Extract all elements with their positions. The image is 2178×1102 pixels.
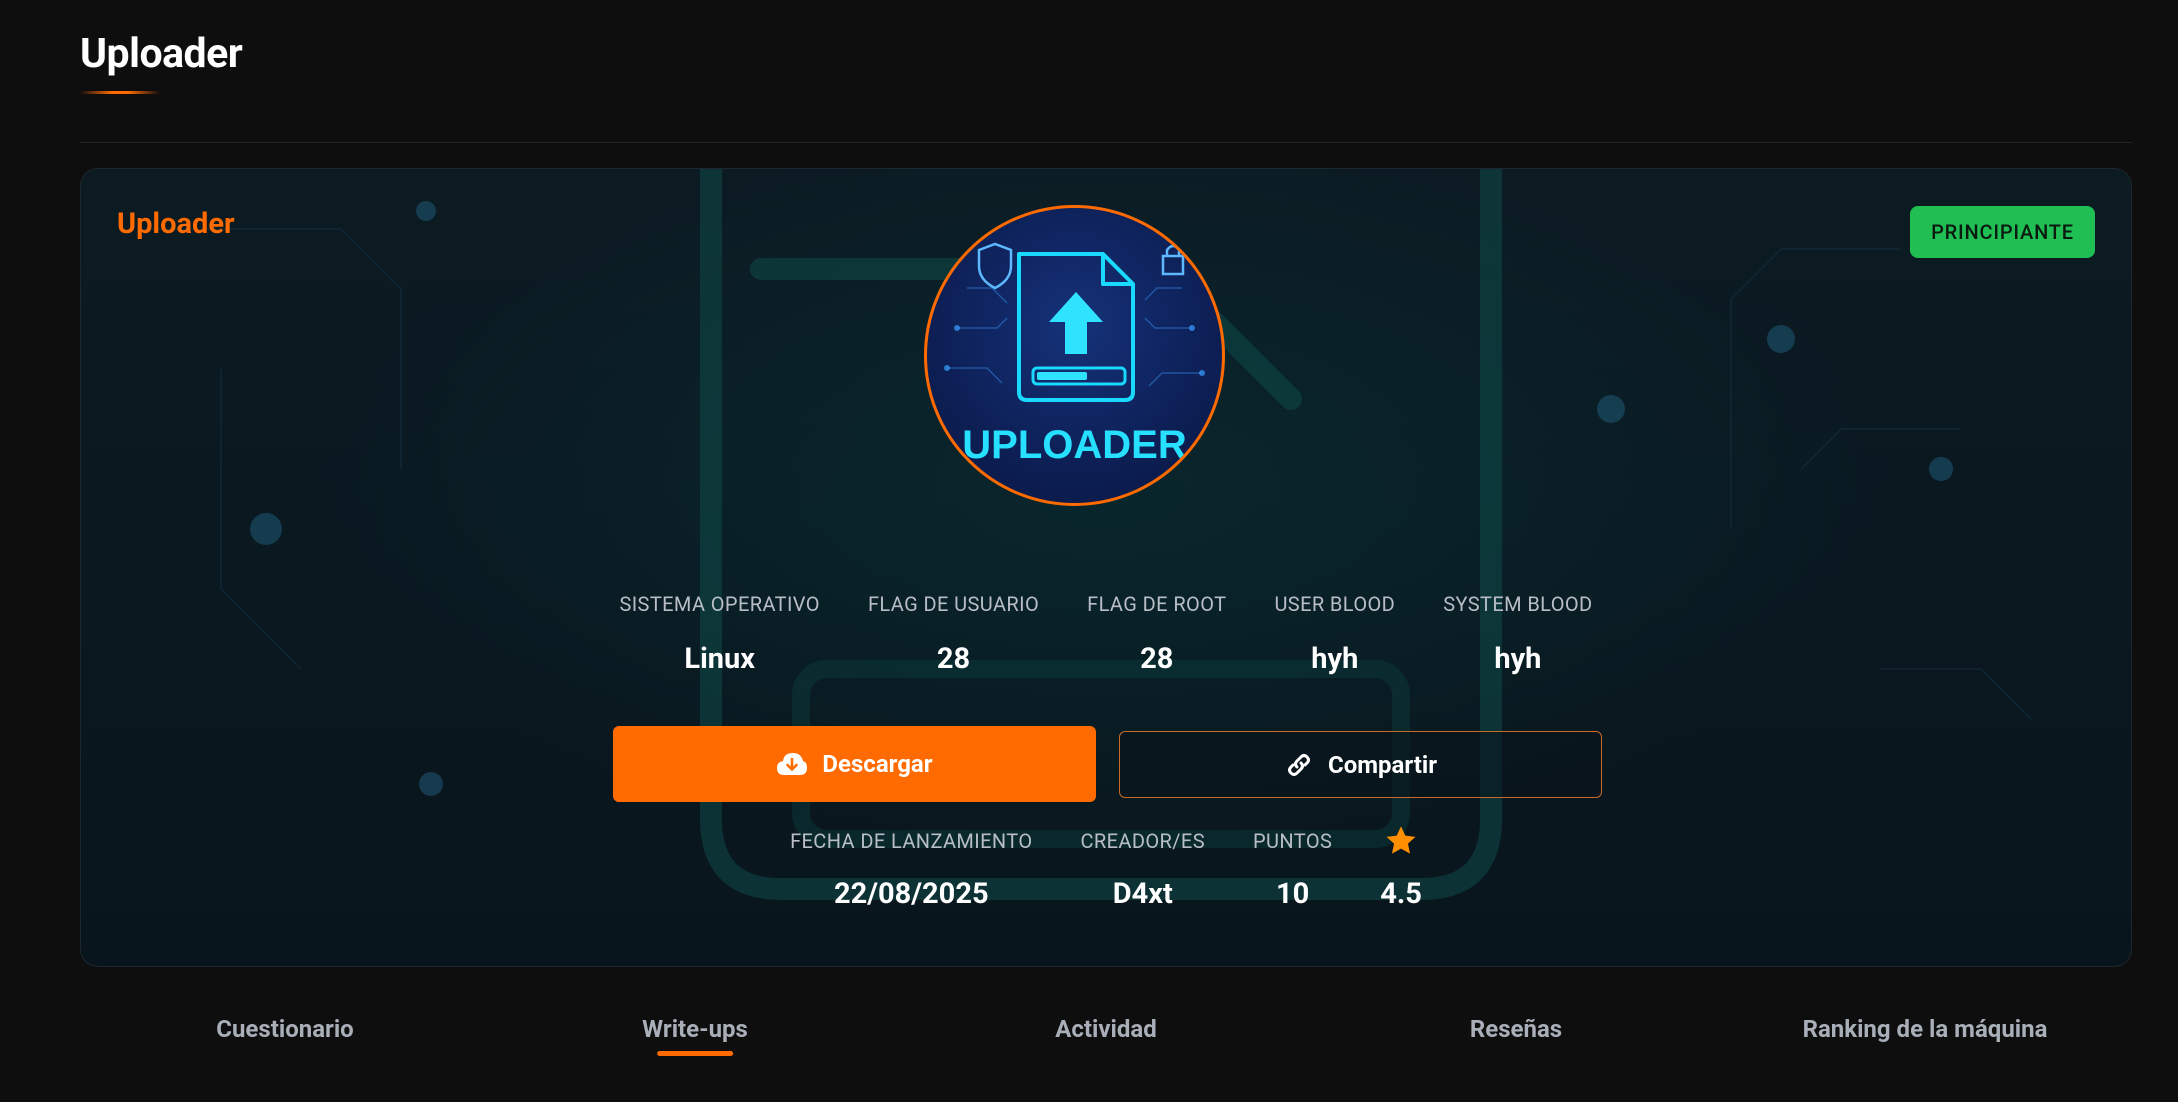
tab-cuestionario[interactable]: Cuestionario bbox=[216, 1015, 353, 1043]
header-divider bbox=[80, 142, 2132, 143]
download-button[interactable]: Descargar bbox=[613, 726, 1096, 802]
title-underline bbox=[80, 91, 160, 94]
stat-user-flag: FLAG DE USUARIO 28 bbox=[844, 592, 1063, 676]
share-button[interactable]: Compartir bbox=[1119, 731, 1602, 798]
tab-ranking[interactable]: Ranking de la máquina bbox=[1803, 1015, 2048, 1043]
avatar-wordmark: UPLOADER bbox=[962, 423, 1187, 467]
active-tab-indicator bbox=[656, 1051, 733, 1056]
stat-value: 28 bbox=[936, 642, 971, 676]
stat-label: SYSTEM BLOOD bbox=[1443, 592, 1593, 616]
stat-label: FLAG DE USUARIO bbox=[867, 592, 1040, 616]
stat-value: Linux bbox=[684, 642, 756, 676]
meta-value: D4xt bbox=[1112, 877, 1173, 911]
stat-operating-system: SISTEMA OPERATIVO Linux bbox=[595, 592, 844, 676]
stat-value: hyh bbox=[1311, 642, 1359, 676]
meta-value: 22/08/2025 bbox=[833, 877, 989, 911]
page-title: Uploader bbox=[80, 30, 243, 78]
stat-label: SISTEMA OPERATIVO bbox=[619, 592, 820, 616]
meta-label: PUNTOS bbox=[1252, 829, 1333, 853]
tab-label: Write-ups bbox=[642, 1015, 748, 1043]
meta-rating: 4.5 bbox=[1356, 826, 1446, 911]
tab-actividad[interactable]: Actividad bbox=[1055, 1015, 1156, 1043]
upload-arrow-icon bbox=[1049, 292, 1103, 354]
machine-hero-card: Uploader PRINCIPIANTE UPLOADER SISTEMA O… bbox=[80, 168, 2132, 967]
meta-release-date: FECHA DE LANZAMIENTO 22/08/2025 bbox=[766, 827, 1056, 911]
stat-label: FLAG DE ROOT bbox=[1087, 592, 1227, 616]
machine-name: Uploader bbox=[117, 207, 235, 241]
stat-system-blood: SYSTEM BLOOD hyh bbox=[1419, 592, 1616, 676]
stat-user-blood: USER BLOOD hyh bbox=[1250, 592, 1419, 676]
difficulty-badge: PRINCIPIANTE bbox=[1910, 206, 2095, 258]
star-icon bbox=[1380, 826, 1422, 855]
lock-icon bbox=[1161, 244, 1185, 276]
meta-creator: CREADOR/ES D4xt bbox=[1057, 827, 1229, 911]
shield-icon bbox=[977, 242, 1013, 290]
stat-label: USER BLOOD bbox=[1274, 592, 1396, 616]
stat-root-flag: FLAG DE ROOT 28 bbox=[1063, 592, 1250, 676]
share-button-label: Compartir bbox=[1327, 750, 1438, 779]
cloud-download-icon bbox=[777, 753, 808, 775]
meta-points: PUNTOS 10 bbox=[1229, 827, 1356, 911]
meta-label: CREADOR/ES bbox=[1080, 829, 1205, 853]
page-header: Uploader bbox=[80, 30, 243, 94]
link-icon bbox=[1287, 753, 1310, 776]
meta-label: FECHA DE LANZAMIENTO bbox=[790, 829, 1033, 853]
rating-value: 4.5 bbox=[1380, 877, 1422, 911]
meta-value: 10 bbox=[1275, 877, 1310, 911]
download-button-label: Descargar bbox=[822, 750, 933, 778]
stat-value: 28 bbox=[1140, 642, 1174, 676]
stat-value: hyh bbox=[1494, 642, 1542, 676]
machine-meta: FECHA DE LANZAMIENTO 22/08/2025 CREADOR/… bbox=[81, 826, 2131, 911]
tab-write-ups[interactable]: Write-ups bbox=[642, 1015, 748, 1056]
machine-avatar: UPLOADER bbox=[924, 205, 1225, 506]
machine-stats: SISTEMA OPERATIVO Linux FLAG DE USUARIO … bbox=[81, 592, 2131, 676]
tab-resenas[interactable]: Reseñas bbox=[1470, 1015, 1562, 1043]
